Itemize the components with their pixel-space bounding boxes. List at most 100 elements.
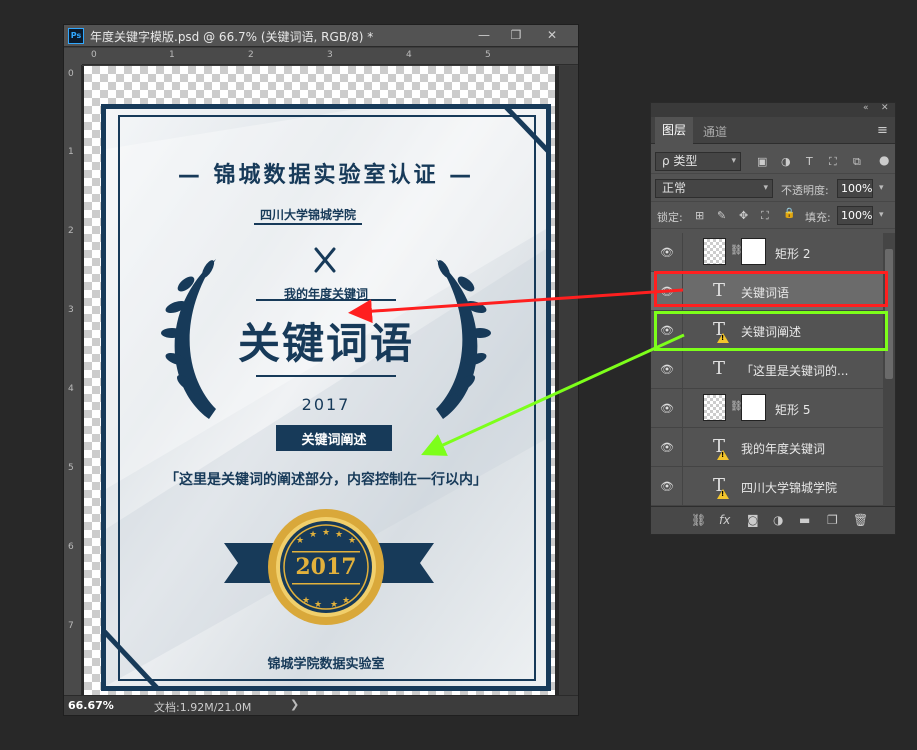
poster-footer[interactable]: 锦城学院数据实验室	[106, 653, 546, 672]
ruler-tick-label: 5	[68, 463, 74, 473]
green-highlight-box	[654, 311, 888, 351]
chevron-down-icon: ▾	[763, 183, 768, 193]
panel-top-bar[interactable]: « ✕	[651, 103, 895, 117]
fill-field[interactable]: 100%	[837, 206, 873, 225]
zoom-level-field[interactable]: 66.67%	[68, 699, 114, 712]
lock-artboard-icon[interactable]: ⛶	[761, 209, 769, 223]
blend-mode-dropdown[interactable]: 正常 ▾	[655, 179, 773, 198]
svg-text:★: ★	[314, 600, 322, 610]
poster-keyword[interactable]: 关键词语	[106, 310, 546, 371]
status-menu-arrow-icon[interactable]: ❯	[290, 698, 299, 711]
delete-layer-icon[interactable]: 🗑	[853, 513, 868, 527]
filter-type-label: ρ 类型	[662, 154, 698, 168]
lock-label: 锁定:	[657, 211, 683, 224]
filter-smart-object-icon[interactable]: ⧉	[853, 155, 861, 169]
font-warning-icon	[717, 450, 729, 460]
ruler-tick-label: 4	[406, 50, 412, 60]
layer-row-rect-5[interactable]: 👁 ⛓ 矩形 5	[651, 389, 883, 428]
fill-label: 填充:	[805, 211, 831, 224]
new-layer-icon[interactable]: ❐	[827, 513, 838, 527]
visibility-eye-icon[interactable]: 👁	[660, 246, 674, 259]
seal-year: 2017	[295, 554, 357, 580]
tab-layers[interactable]: 图层	[655, 117, 693, 144]
visibility-eye-icon[interactable]: 👁	[660, 441, 674, 454]
svg-text:★: ★	[322, 528, 330, 538]
lock-row: 锁定: ⊞ ✎ ✥ ⛶ 🔒 填充: 100% ▾	[651, 203, 895, 229]
poster-title[interactable]: — 锦城数据实验室认证 —	[106, 157, 546, 189]
maximize-button[interactable]: ❐	[500, 25, 532, 46]
svg-text:★: ★	[348, 536, 356, 546]
minimize-button[interactable]: —	[468, 25, 500, 46]
visibility-eye-icon[interactable]: 👁	[660, 363, 674, 376]
layer-thumbnail	[703, 238, 726, 265]
filter-text-icon[interactable]: T	[806, 155, 813, 168]
layer-name[interactable]: 矩形 2	[775, 245, 810, 262]
layer-row-university[interactable]: 👁 T 四川大学锦城学院	[651, 467, 883, 506]
tab-channels[interactable]: 通道	[703, 123, 727, 140]
lock-all-icon[interactable]: 🔒	[783, 208, 795, 219]
opacity-chevron-icon[interactable]: ▾	[879, 183, 884, 193]
document-title: 年度关键字模版.psd @ 66.7% (关键词语, RGB/8) *	[90, 30, 374, 44]
close-button[interactable]: ✕	[536, 25, 568, 46]
filter-toggle-icon[interactable]: ●	[879, 153, 889, 167]
poster-year[interactable]: 2017	[106, 395, 546, 414]
text-layer-icon: T	[712, 358, 725, 379]
ruler-tick-label: 7	[68, 621, 74, 631]
layer-row-subtitle[interactable]: 👁 T 我的年度关键词	[651, 428, 883, 467]
layer-style-fx-icon[interactable]: fx	[719, 513, 730, 527]
layer-name[interactable]: 我的年度关键词	[741, 440, 825, 457]
ruler-tick-label: 3	[327, 50, 333, 60]
opacity-field[interactable]: 100%	[837, 179, 873, 198]
poster-university[interactable]: 四川大学锦城学院	[254, 206, 363, 225]
ruler-tick-label: 5	[485, 50, 491, 60]
link-layers-icon[interactable]: ⛓	[691, 513, 706, 527]
canvas-vertical-scrollbar[interactable]	[560, 66, 578, 695]
add-mask-icon[interactable]: ◙	[747, 513, 759, 527]
svg-text:★: ★	[296, 536, 304, 546]
filter-adjustment-icon[interactable]: ◑	[781, 155, 791, 168]
filter-shape-icon[interactable]: ⛶	[829, 155, 837, 169]
layer-row-rect-2[interactable]: 👁 ⛓ 矩形 2	[651, 233, 883, 272]
visibility-eye-icon[interactable]: 👁	[660, 480, 674, 493]
adjustment-layer-icon[interactable]: ◑	[773, 513, 783, 527]
document-title-bar[interactable]: Ps 年度关键字模版.psd @ 66.7% (关键词语, RGB/8) * —…	[64, 25, 578, 47]
poster-artwork[interactable]: — 锦城数据实验室认证 — 四川大学锦城学院 我的年度关键词 关键词语 2017…	[101, 104, 551, 691]
row-divider	[682, 233, 683, 272]
collapse-panel-icon[interactable]: «	[863, 103, 869, 113]
layer-name[interactable]: 矩形 5	[775, 401, 810, 418]
ruler-tick-label: 6	[68, 542, 74, 552]
layer-name[interactable]: 「这里是关键词的...	[741, 362, 848, 379]
filter-row: ρ 类型 ▾ ▣ ◑ T ⛶ ⧉ ●	[651, 148, 895, 174]
lock-image-icon[interactable]: ✎	[717, 209, 726, 222]
ruler-tick-label: 4	[68, 384, 74, 394]
poster-subtitle[interactable]: 我的年度关键词	[216, 285, 436, 302]
fill-chevron-icon[interactable]: ▾	[879, 210, 884, 220]
poster-description-label[interactable]: 关键词阐述	[276, 429, 392, 448]
filter-type-dropdown[interactable]: ρ 类型 ▾	[655, 152, 741, 171]
vector-mask-thumbnail	[741, 238, 766, 265]
layer-name[interactable]: 四川大学锦城学院	[741, 479, 837, 496]
blend-row: 正常 ▾ 不透明度: 100% ▾	[651, 176, 895, 202]
font-warning-icon	[717, 489, 729, 499]
vertical-ruler[interactable]: 0 1 2 3 4 5 6 7	[64, 65, 82, 695]
lock-transparent-icon[interactable]: ⊞	[695, 209, 704, 222]
horizontal-ruler[interactable]: 0 1 2 3 4 5	[82, 48, 578, 65]
new-group-folder-icon[interactable]: ▬	[799, 513, 810, 527]
panel-bottom-toolbar: ⛓ fx ◙ ◑ ▬ ❐ 🗑	[651, 506, 895, 534]
ruler-tick-label: 0	[68, 69, 74, 79]
close-panel-icon[interactable]: ✕	[881, 103, 889, 113]
layer-row-description-text[interactable]: 👁 T 「这里是关键词的...	[651, 350, 883, 389]
svg-text:★: ★	[309, 530, 317, 540]
document-size: 文档:1.92M/21.0M	[154, 701, 252, 714]
panel-tabs: 图层 通道 ≡	[651, 117, 895, 144]
lock-position-icon[interactable]: ✥	[739, 209, 748, 222]
ruler-tick-label: 0	[91, 50, 97, 60]
ruler-origin[interactable]	[64, 48, 82, 65]
panel-menu-icon[interactable]: ≡	[877, 123, 888, 138]
poster-description-text[interactable]: 「这里是关键词的阐述部分，内容控制在一行以内」	[106, 469, 546, 489]
row-divider	[682, 389, 683, 428]
visibility-eye-icon[interactable]: 👁	[660, 402, 674, 415]
ruler-tick-label: 1	[169, 50, 175, 60]
filter-pixel-icon[interactable]: ▣	[757, 155, 767, 168]
ruler-tick-label: 3	[68, 305, 74, 315]
